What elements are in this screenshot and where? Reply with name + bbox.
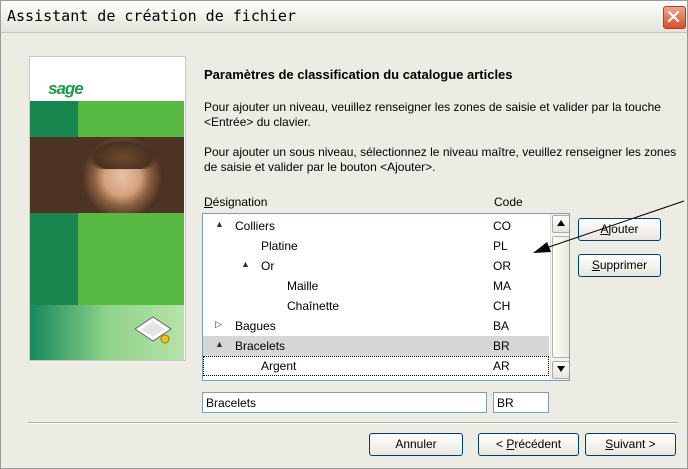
woman-photo-hair <box>88 139 158 169</box>
column-header-code: Code <box>494 195 523 209</box>
tree-row-bracelets[interactable]: ▲ Bracelets BR <box>203 336 549 356</box>
close-icon <box>667 10 680 23</box>
green-block <box>78 213 184 305</box>
tree-row-label: Argent <box>261 359 297 373</box>
vertical-scrollbar[interactable] <box>550 214 569 380</box>
tree-row-maille[interactable]: Maille MA <box>203 276 549 296</box>
tree-row-or[interactable]: ▲ Or OR <box>203 256 549 276</box>
tree-row-label: Bracelets <box>235 339 286 353</box>
green-block <box>78 101 184 137</box>
green-block <box>30 101 78 137</box>
tree-row-label: Colliers <box>235 219 276 233</box>
cancel-button[interactable]: Annuler <box>369 433 463 456</box>
tree-row-code: MA <box>493 279 511 293</box>
scroll-down-button[interactable] <box>552 361 569 379</box>
category-tree[interactable]: ▲ Colliers CO Platine PL ▲ Or OR Maille … <box>202 213 570 381</box>
expand-icon[interactable]: ▲ <box>241 259 250 269</box>
tree-row-code: CO <box>493 219 511 233</box>
expand-icon[interactable]: ▲ <box>215 339 224 349</box>
tree-row-colliers[interactable]: ▲ Colliers CO <box>203 216 549 236</box>
add-button[interactable]: Ajouter <box>578 218 661 241</box>
expand-icon[interactable]: ▷ <box>215 319 222 330</box>
expand-icon[interactable]: ▲ <box>215 219 224 229</box>
green-block <box>30 213 78 305</box>
tree-row-label: Bagues <box>235 319 276 333</box>
code-input[interactable] <box>493 392 549 413</box>
tree-row-argent[interactable]: Argent AR <box>203 356 549 376</box>
close-button[interactable] <box>663 6 686 29</box>
title-bar[interactable]: Assistant de création de fichier <box>1 1 687 33</box>
tree-row-code: AR <box>493 359 510 373</box>
chevron-down-icon <box>557 366 565 372</box>
tree-row-label: Chaînette <box>287 299 340 313</box>
tree-row-platine[interactable]: Platine PL <box>203 236 549 256</box>
sage-logo: sage <box>48 79 84 98</box>
tree-row-code: BR <box>493 339 510 353</box>
delete-button[interactable]: Supprimer <box>578 254 661 277</box>
tree-row-bagues[interactable]: ▷ Bagues BA <box>203 316 549 336</box>
chevron-up-icon <box>557 220 565 226</box>
next-button[interactable]: Suivant > <box>585 433 676 456</box>
tree-row-label: Maille <box>287 279 319 293</box>
tree-row-code: PL <box>493 239 508 253</box>
previous-button[interactable]: < Précédent <box>478 433 579 456</box>
instruction-text: Pour ajouter un sous niveau, sélectionne… <box>204 145 677 174</box>
instruction-text: Pour ajouter un niveau, veuillez renseig… <box>204 100 661 129</box>
tree-row-label: Platine <box>261 239 298 253</box>
page-heading: Paramètres de classification du catalogu… <box>204 67 513 82</box>
scroll-up-button[interactable] <box>552 215 569 233</box>
wizard-window: Assistant de création de fichier sage Pa… <box>0 0 688 469</box>
column-header-designation: Désignation <box>204 195 268 209</box>
separator-line <box>28 422 678 424</box>
tree-row-code: CH <box>493 299 511 313</box>
tree-row-label: Or <box>261 259 275 273</box>
scrollbar-thumb[interactable] <box>552 236 569 358</box>
tree-row-code: BA <box>493 319 510 333</box>
window-title: Assistant de création de fichier <box>7 7 296 25</box>
tree-row-chainette[interactable]: Chaînette CH <box>203 296 549 316</box>
designation-input[interactable] <box>202 392 487 413</box>
card-icon <box>134 316 172 344</box>
tree-row-code: OR <box>493 259 511 273</box>
sidebar-image-panel: sage <box>29 56 186 361</box>
